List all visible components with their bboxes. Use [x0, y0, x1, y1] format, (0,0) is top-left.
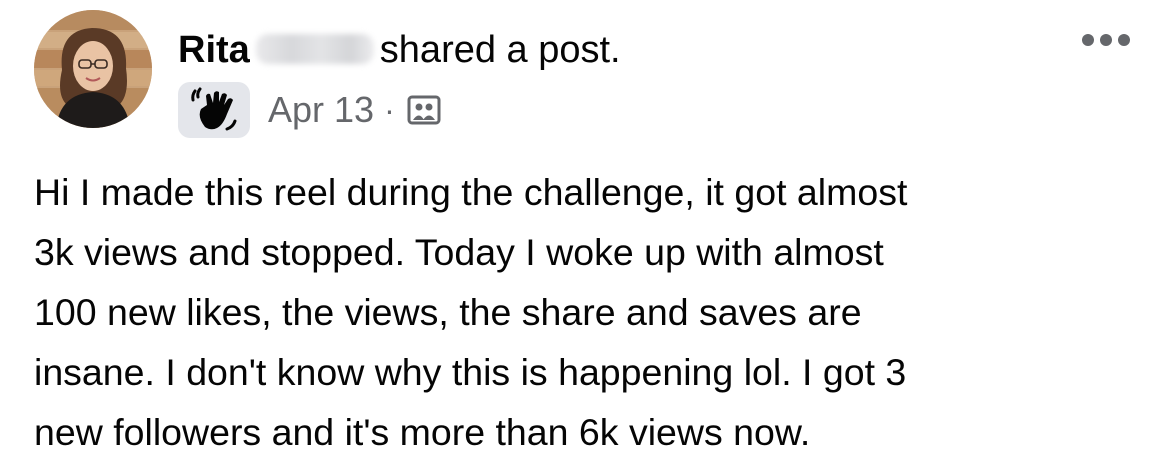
- author-avatar[interactable]: [34, 10, 152, 128]
- post-text-line-2: 3k views and stopped. Today I woke up wi…: [34, 231, 884, 273]
- post-body: Hi I made this reel during the challenge…: [31, 162, 1144, 462]
- highlighted-word: insane: [31, 342, 151, 410]
- highlighted-phrase: 100 new likes, the views, the share and …: [31, 282, 868, 350]
- author-line: Rita shared a post.: [178, 24, 621, 76]
- more-options-icon: [1082, 34, 1130, 46]
- meta-separator: ·: [384, 91, 395, 128]
- author-name[interactable]: Rita: [178, 29, 250, 71]
- facebook-post: Rita shared a post. Apr 13 · Hi I made t…: [0, 0, 1158, 458]
- wave-badge[interactable]: [178, 82, 250, 138]
- post-text-line-4: insane. I don't know why this is happeni…: [31, 342, 1144, 410]
- post-date[interactable]: Apr 13: [268, 89, 374, 131]
- more-options-button[interactable]: [1080, 28, 1132, 52]
- group-audience-icon[interactable]: [407, 95, 441, 125]
- post-text-line-4-rest: . I don't know why this is happening lol…: [144, 351, 907, 393]
- post-text-line-5: new followers and it's more than 6k view…: [34, 411, 811, 453]
- post-meta: Apr 13 ·: [178, 82, 441, 138]
- shared-post-text: shared a post.: [379, 29, 621, 71]
- waving-hand-icon: [191, 87, 237, 131]
- post-text-line-1: Hi I made this reel during the challenge…: [34, 171, 908, 213]
- post-text-line-3: 100 new likes, the views, the share and …: [31, 282, 1144, 350]
- redacted-surname: [255, 34, 374, 64]
